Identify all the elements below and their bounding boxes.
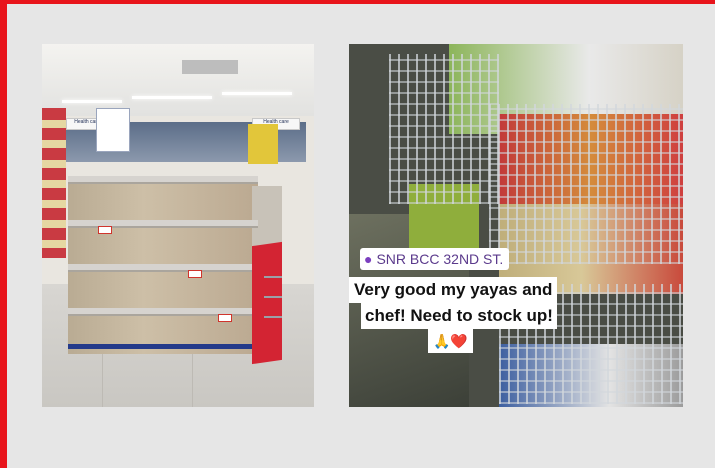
story-caption-emoji: 🙏❤️ xyxy=(428,329,473,353)
red-frame-top-border xyxy=(0,0,715,4)
price-tag xyxy=(98,226,112,234)
empty-shelf-photo: Health care Health care xyxy=(42,44,314,407)
store-ceiling xyxy=(42,44,314,116)
peg-hook xyxy=(264,316,282,318)
ceiling-light xyxy=(62,100,122,103)
red-product-rack xyxy=(42,108,66,258)
location-sticker-text: SNR BCC 32ND ST. xyxy=(376,251,504,267)
price-tag xyxy=(218,314,232,322)
shelf-top xyxy=(68,176,258,184)
ceiling-vent xyxy=(182,60,238,74)
price-tag xyxy=(188,270,202,278)
story-caption-line2: chef! Need to stock up! xyxy=(361,303,557,329)
red-end-cap-panel xyxy=(252,241,282,365)
red-frame-left-border xyxy=(0,0,7,468)
shopping-cart xyxy=(489,104,683,264)
shelf-base-strip xyxy=(68,344,268,349)
shelf-level xyxy=(68,220,258,228)
shopping-cart xyxy=(389,54,499,204)
location-pin-icon: ● xyxy=(364,251,373,267)
shelf-level xyxy=(68,264,258,272)
story-caption-line1: Very good my yayas and xyxy=(349,277,558,303)
yellow-display xyxy=(248,124,278,164)
ceiling-light xyxy=(132,96,212,99)
location-sticker: ● SNR BCC 32ND ST. xyxy=(360,248,510,270)
peg-hook xyxy=(264,276,282,278)
peg-hook xyxy=(264,296,282,298)
hanging-price-sign xyxy=(96,108,130,152)
ceiling-light xyxy=(222,92,292,95)
loaded-carts-photo: ● SNR BCC 32ND ST. Very good my yayas and… xyxy=(349,44,683,407)
